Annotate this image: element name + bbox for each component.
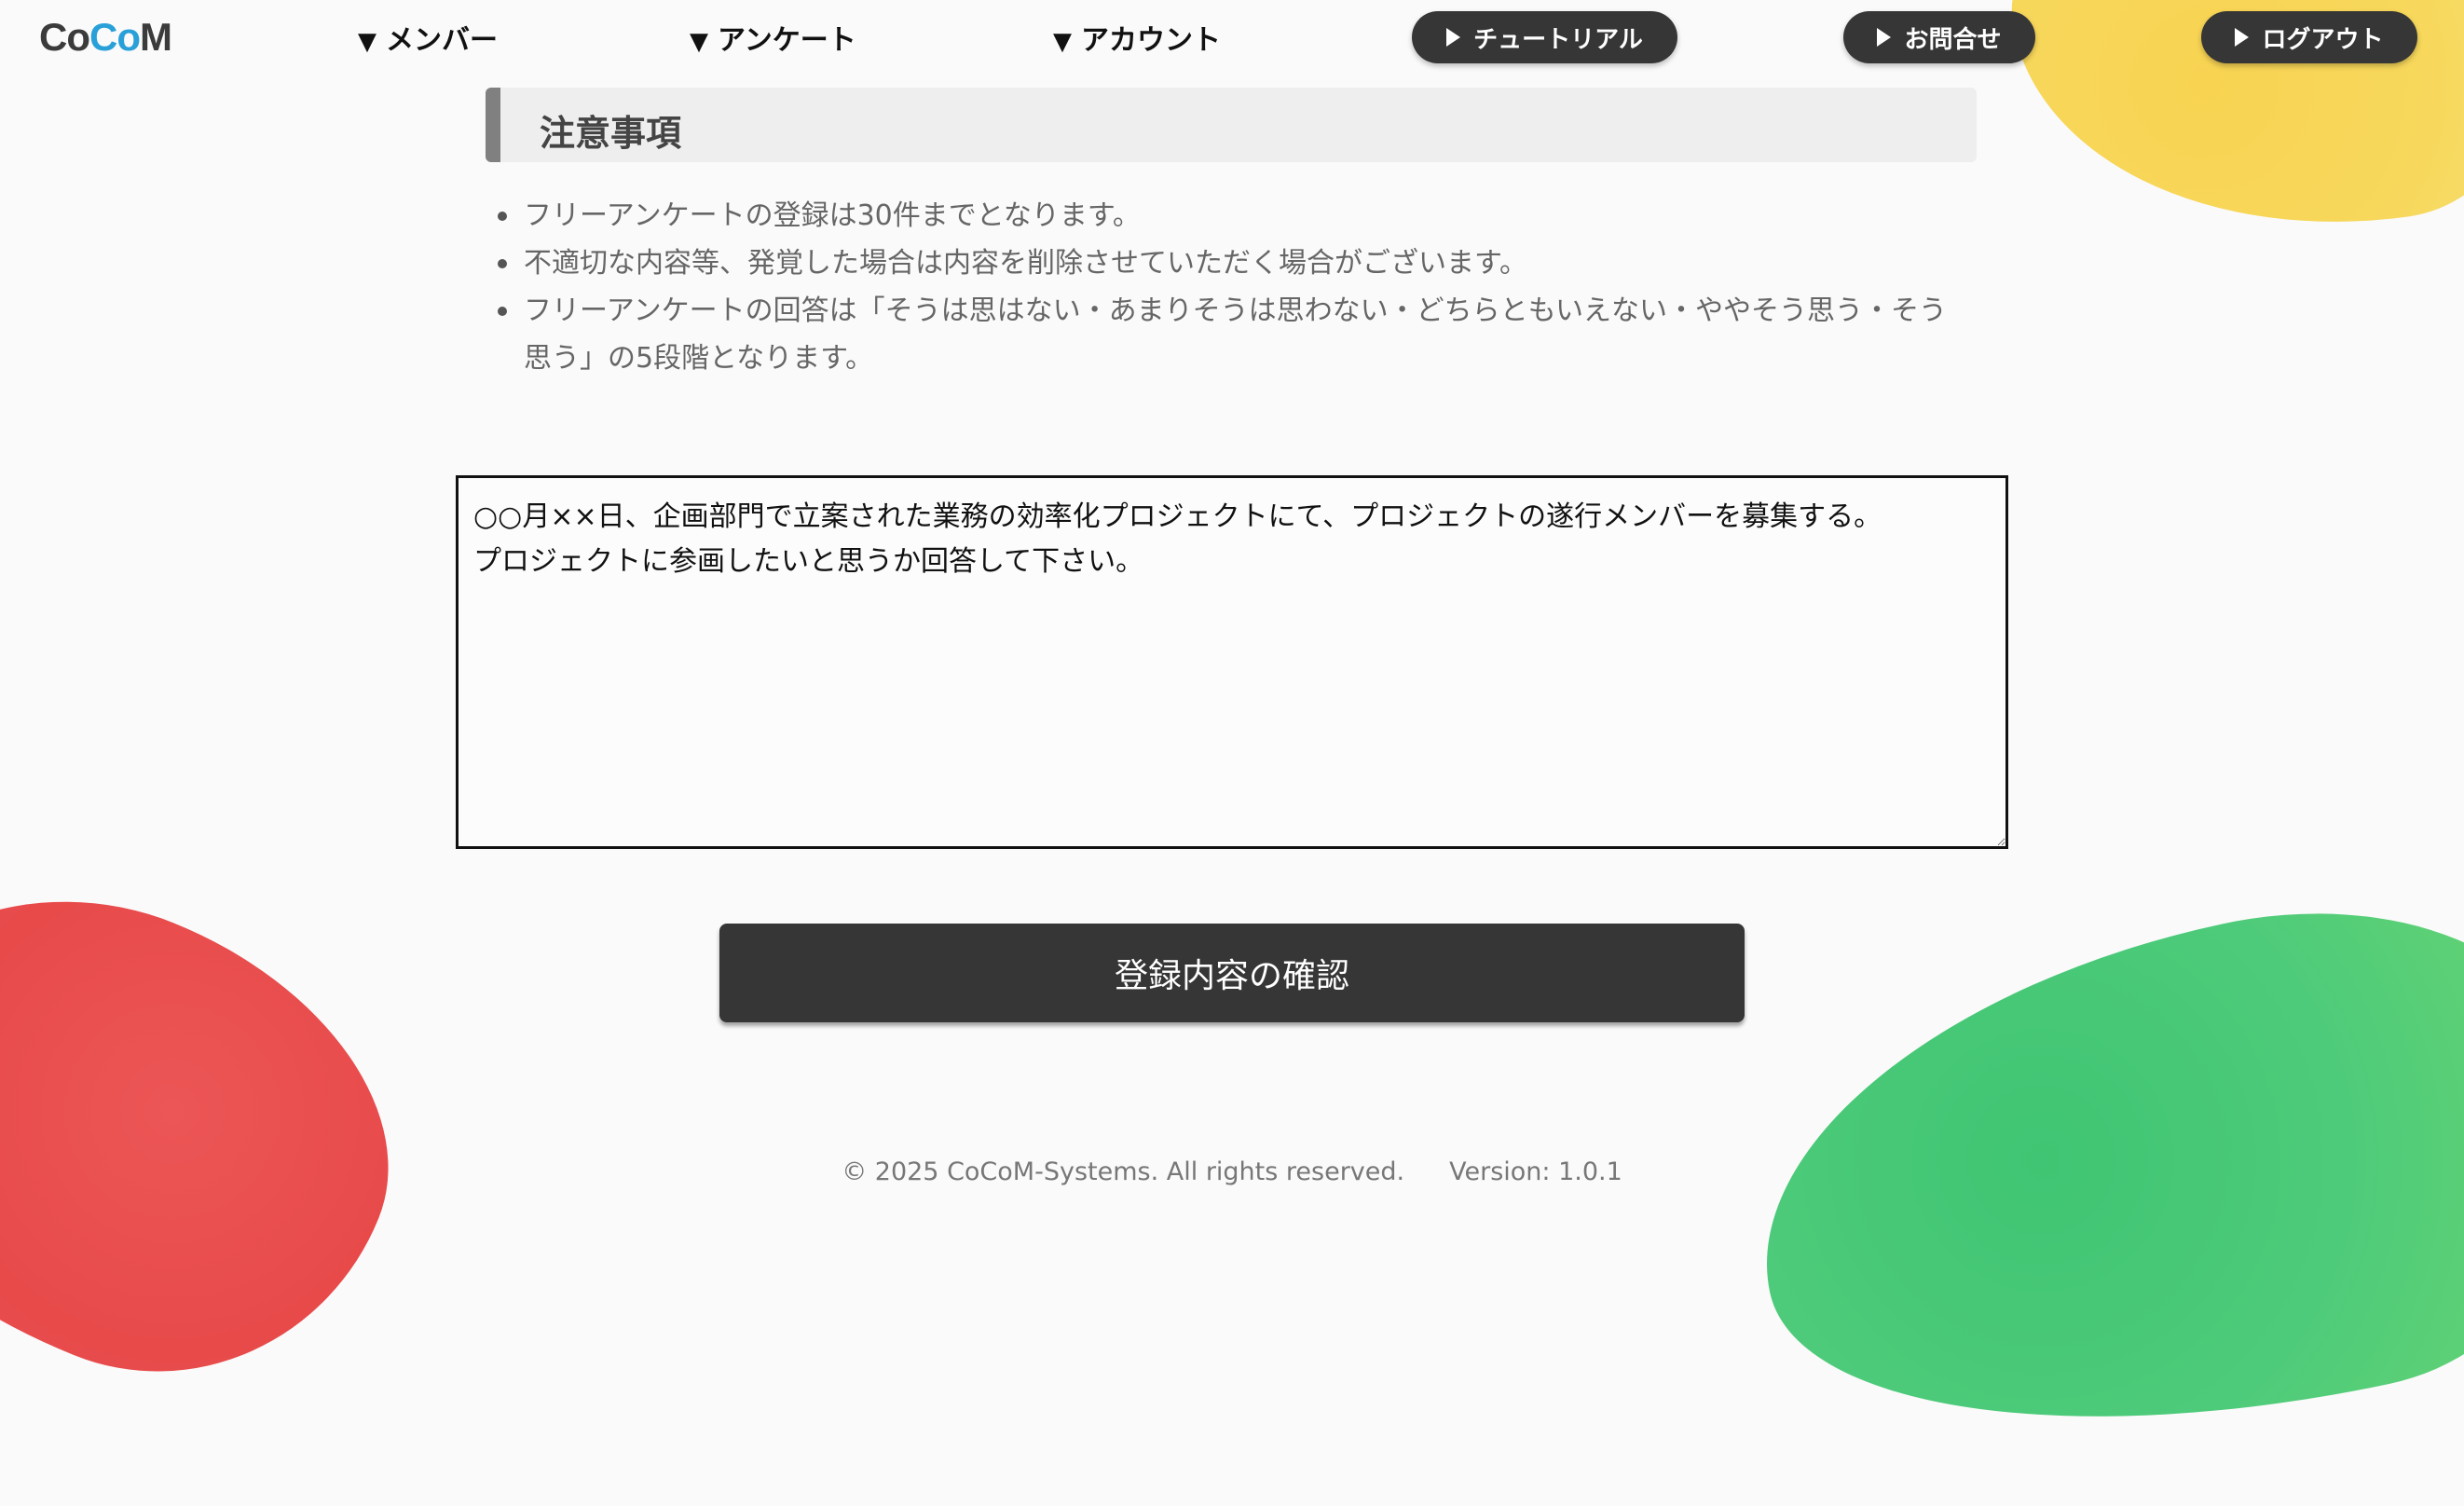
- logo-text-start: Co: [39, 15, 90, 59]
- top-navigation-bar: CoCoM ▼ メンバー ▼ アンケート ▼ アカウント チュートリアル お問合せ ロ…: [0, 0, 2464, 75]
- triangle-down-icon: ▼: [358, 28, 376, 56]
- contact-button-label: お問合せ: [1904, 25, 2002, 54]
- logout-button[interactable]: ログアウト: [2201, 11, 2417, 63]
- notes-list-item: フリーアンケートの回答は「そうは思はない・あまりそうは思わない・どちらともいえな…: [496, 287, 1950, 382]
- play-icon: [1446, 28, 1461, 47]
- nav-dropdown-surveys[interactable]: ▼ アンケート: [690, 17, 856, 58]
- footer: © 2025 CoCoM-Systems. All rights reserve…: [0, 1157, 2464, 1186]
- play-icon: [2235, 28, 2250, 47]
- nav-dropdown-members[interactable]: ▼ メンバー: [358, 17, 498, 58]
- nav-dropdown-surveys-label: アンケート: [718, 24, 856, 57]
- tutorial-button[interactable]: チュートリアル: [1412, 11, 1677, 63]
- triangle-down-icon: ▼: [690, 28, 708, 56]
- contact-button[interactable]: お問合せ: [1843, 11, 2035, 63]
- logout-button-label: ログアウト: [2262, 25, 2384, 54]
- confirm-registration-button[interactable]: 登録内容の確認: [719, 924, 1745, 1022]
- nav-dropdown-account-label: アカウント: [1081, 24, 1221, 57]
- notes-list: フリーアンケートの登録は30件までとなります。 不適切な内容等、発覚した場合は内…: [496, 192, 1950, 382]
- tutorial-button-label: チュートリアル: [1473, 25, 1643, 54]
- footer-version: Version: 1.0.1: [1449, 1157, 1622, 1186]
- logo-text-middle: Co: [89, 15, 141, 59]
- question-textarea[interactable]: ○○月××日、企画部門で立案された業務の効率化プロジェクトにて、プロジェクトの遂…: [456, 475, 2008, 849]
- triangle-down-icon: ▼: [1053, 28, 1072, 56]
- logo-text-end: M: [140, 15, 172, 59]
- cocom-logo[interactable]: CoCoM: [39, 15, 172, 60]
- decorative-red-blob: [0, 818, 453, 1443]
- play-icon: [1877, 28, 1892, 47]
- nav-dropdown-members-label: メンバー: [386, 24, 498, 57]
- notes-heading-box: 注意事項: [486, 88, 1977, 162]
- notes-list-item: 不適切な内容等、発覚した場合は内容を削除させていただく場合がございます。: [496, 240, 1950, 287]
- nav-dropdown-account[interactable]: ▼ アカウント: [1053, 17, 1221, 58]
- footer-copyright: © 2025 CoCoM-Systems. All rights reserve…: [842, 1157, 1405, 1186]
- notes-heading: 注意事項: [540, 113, 682, 154]
- notes-list-item: フリーアンケートの登録は30件までとなります。: [496, 192, 1950, 240]
